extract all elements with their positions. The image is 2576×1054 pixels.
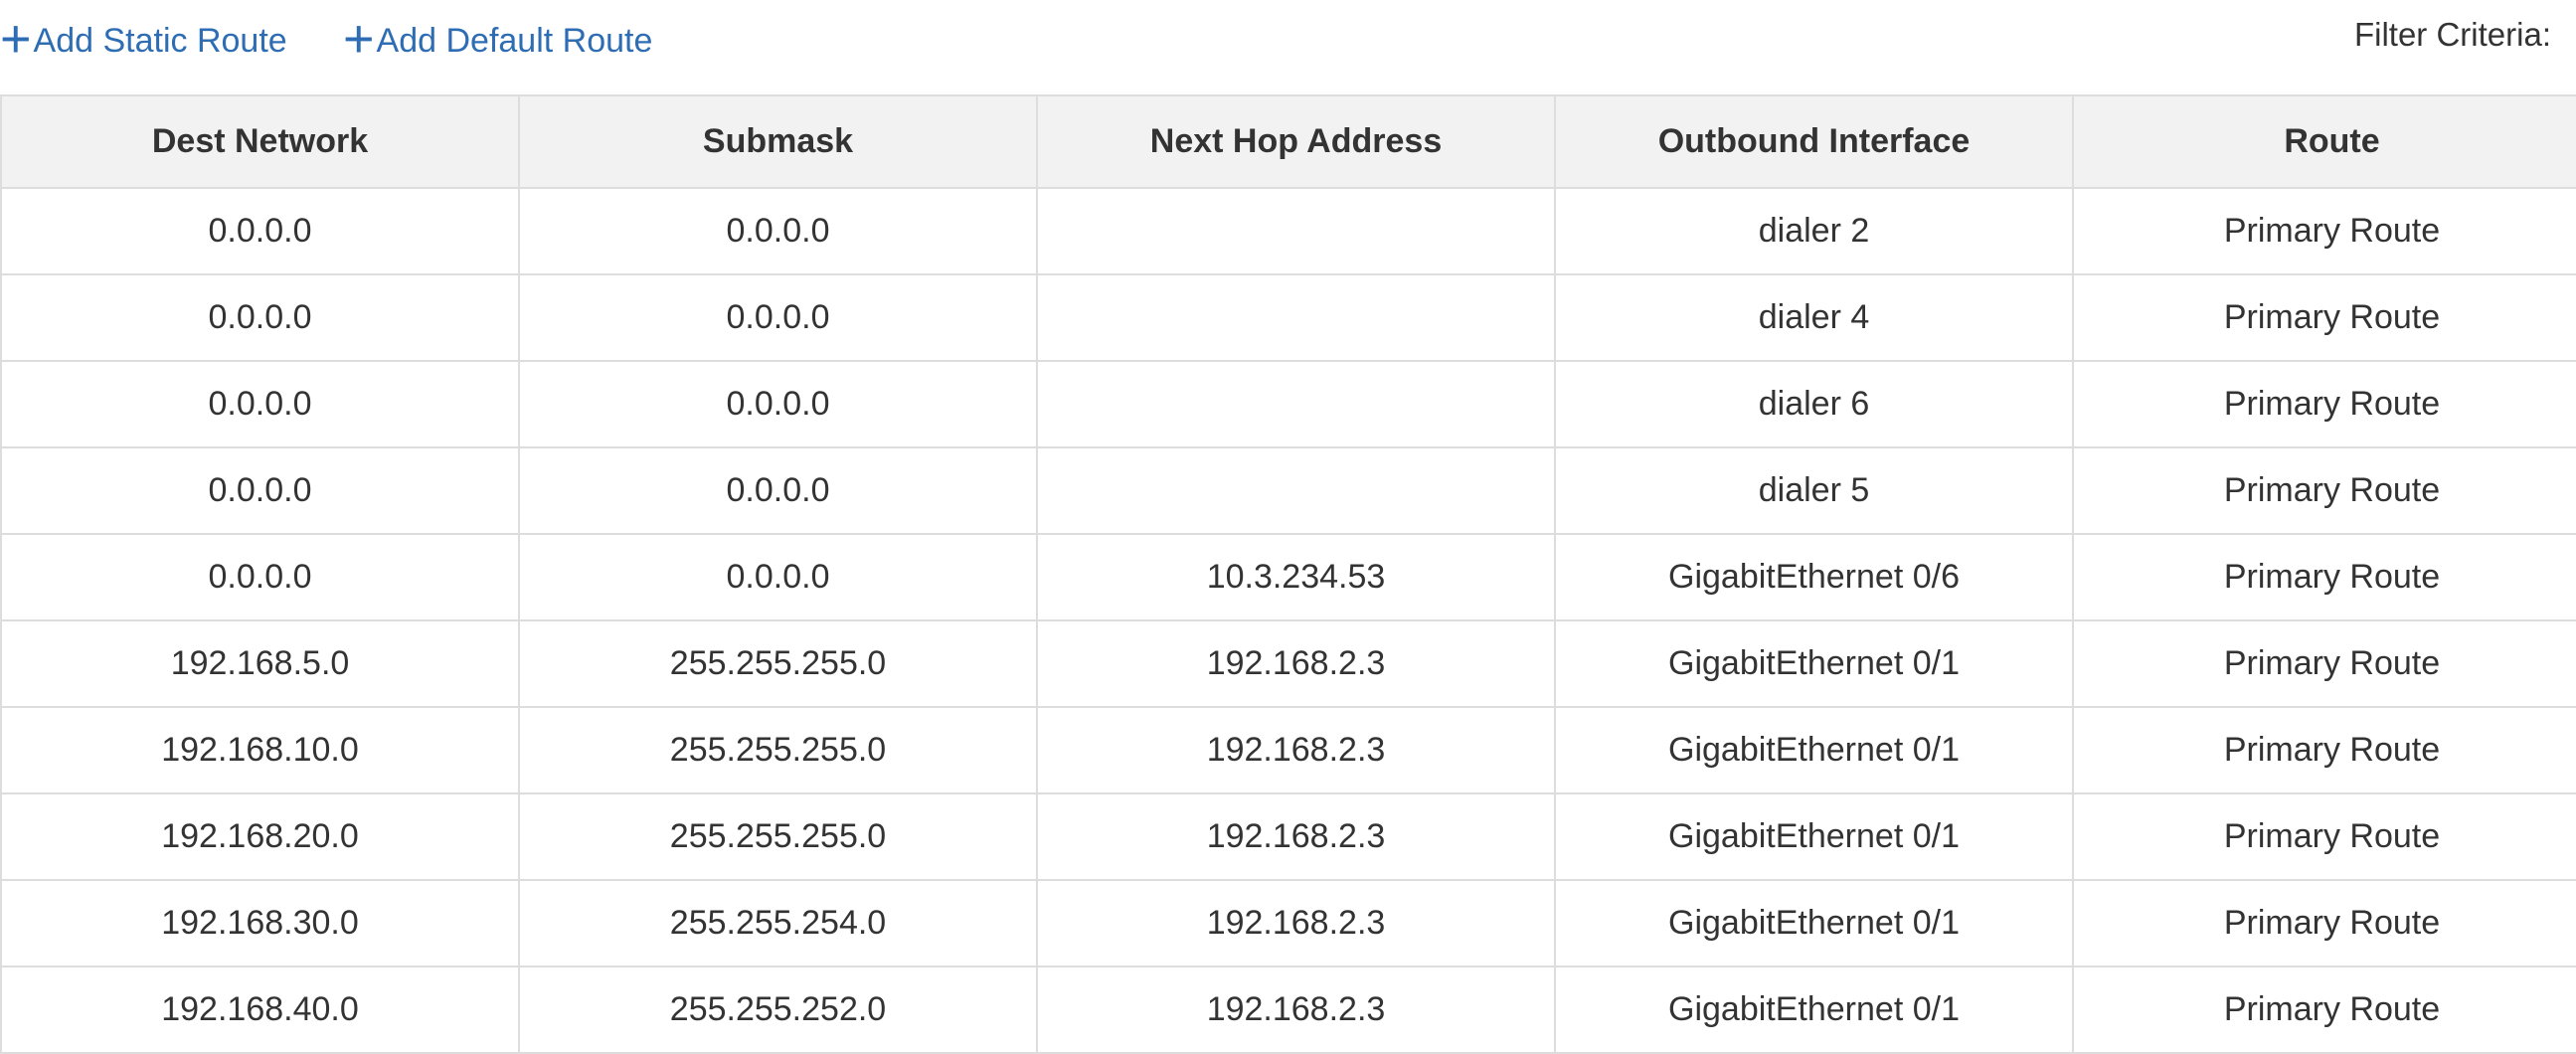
cell-next-hop-address: 10.3.234.53 <box>1036 533 1556 621</box>
cell-submask: 255.255.254.0 <box>518 879 1038 967</box>
cell-next-hop-address: 192.168.2.3 <box>1036 879 1556 967</box>
table-row[interactable]: 192.168.10.0 255.255.255.0 192.168.2.3 G… <box>0 706 2576 794</box>
cell-route: Primary Route <box>2072 273 2576 362</box>
cell-route: Primary Route <box>2072 879 2576 967</box>
add-default-route-button[interactable]: + Add Default Route <box>343 9 653 69</box>
cell-dest-network: 0.0.0.0 <box>0 533 520 621</box>
cell-dest-network: 0.0.0.0 <box>0 446 520 535</box>
cell-outbound-interface: GigabitEthernet 0/6 <box>1554 533 2074 621</box>
cell-next-hop-address: 192.168.2.3 <box>1036 792 1556 881</box>
cell-outbound-interface: GigabitEthernet 0/1 <box>1554 706 2074 794</box>
cell-dest-network: 192.168.20.0 <box>0 792 520 881</box>
plus-icon: + <box>0 9 32 69</box>
cell-route: Primary Route <box>2072 792 2576 881</box>
cell-next-hop-address <box>1036 273 1556 362</box>
cell-submask: 0.0.0.0 <box>518 187 1038 275</box>
cell-next-hop-address <box>1036 360 1556 448</box>
cell-dest-network: 192.168.40.0 <box>0 966 520 1054</box>
cell-outbound-interface: dialer 6 <box>1554 360 2074 448</box>
add-static-route-label: Add Static Route <box>33 21 287 60</box>
cell-submask: 255.255.255.0 <box>518 619 1038 708</box>
cell-outbound-interface: dialer 5 <box>1554 446 2074 535</box>
cell-submask: 255.255.255.0 <box>518 792 1038 881</box>
cell-route: Primary Route <box>2072 706 2576 794</box>
table-row[interactable]: 0.0.0.0 0.0.0.0 dialer 4 Primary Route <box>0 273 2576 362</box>
table-row[interactable]: 192.168.20.0 255.255.255.0 192.168.2.3 G… <box>0 792 2576 881</box>
table-row[interactable]: 0.0.0.0 0.0.0.0 10.3.234.53 GigabitEther… <box>0 533 2576 621</box>
table-row[interactable]: 192.168.5.0 255.255.255.0 192.168.2.3 Gi… <box>0 619 2576 708</box>
add-static-route-button[interactable]: + Add Static Route <box>0 9 287 69</box>
cell-next-hop-address: 192.168.2.3 <box>1036 966 1556 1054</box>
cell-outbound-interface: GigabitEthernet 0/1 <box>1554 792 2074 881</box>
table-header-row: Dest Network Submask Next Hop Address Ou… <box>0 94 2576 189</box>
cell-dest-network: 0.0.0.0 <box>0 360 520 448</box>
toolbar: + Add Static Route + Add Default Route F… <box>0 0 2576 94</box>
filter-criteria-label: Filter Criteria: <box>2353 16 2551 53</box>
cell-route: Primary Route <box>2072 446 2576 535</box>
cell-next-hop-address: 192.168.2.3 <box>1036 619 1556 708</box>
cell-submask: 0.0.0.0 <box>518 273 1038 362</box>
table-row[interactable]: 192.168.30.0 255.255.254.0 192.168.2.3 G… <box>0 879 2576 967</box>
cell-route: Primary Route <box>2072 187 2576 275</box>
cell-outbound-interface: dialer 4 <box>1554 273 2074 362</box>
table-row[interactable]: 0.0.0.0 0.0.0.0 dialer 2 Primary Route <box>0 187 2576 275</box>
plus-icon: + <box>343 9 375 69</box>
cell-next-hop-address <box>1036 446 1556 535</box>
cell-dest-network: 0.0.0.0 <box>0 187 520 275</box>
cell-next-hop-address <box>1036 187 1556 275</box>
cell-dest-network: 0.0.0.0 <box>0 273 520 362</box>
cell-submask: 255.255.252.0 <box>518 966 1038 1054</box>
column-header-submask[interactable]: Submask <box>518 94 1038 189</box>
cell-outbound-interface: GigabitEthernet 0/1 <box>1554 619 2074 708</box>
cell-submask: 0.0.0.0 <box>518 360 1038 448</box>
cell-route: Primary Route <box>2072 619 2576 708</box>
cell-next-hop-address: 192.168.2.3 <box>1036 706 1556 794</box>
cell-submask: 0.0.0.0 <box>518 446 1038 535</box>
cell-route: Primary Route <box>2072 360 2576 448</box>
add-default-route-label: Add Default Route <box>376 21 653 60</box>
cell-outbound-interface: dialer 2 <box>1554 187 2074 275</box>
cell-outbound-interface: GigabitEthernet 0/1 <box>1554 966 2074 1054</box>
table-row[interactable]: 192.168.40.0 255.255.252.0 192.168.2.3 G… <box>0 966 2576 1054</box>
column-header-outbound-interface[interactable]: Outbound Interface <box>1554 94 2074 189</box>
column-header-dest-network[interactable]: Dest Network <box>0 94 520 189</box>
table-row[interactable]: 0.0.0.0 0.0.0.0 dialer 6 Primary Route <box>0 360 2576 448</box>
cell-route: Primary Route <box>2072 533 2576 621</box>
cell-outbound-interface: GigabitEthernet 0/1 <box>1554 879 2074 967</box>
cell-route: Primary Route <box>2072 966 2576 1054</box>
cell-dest-network: 192.168.5.0 <box>0 619 520 708</box>
cell-dest-network: 192.168.30.0 <box>0 879 520 967</box>
cell-dest-network: 192.168.10.0 <box>0 706 520 794</box>
static-route-table: Dest Network Submask Next Hop Address Ou… <box>0 94 2576 1054</box>
cell-submask: 255.255.255.0 <box>518 706 1038 794</box>
column-header-route[interactable]: Route <box>2072 94 2576 189</box>
column-header-next-hop-address[interactable]: Next Hop Address <box>1036 94 1556 189</box>
cell-submask: 0.0.0.0 <box>518 533 1038 621</box>
table-row[interactable]: 0.0.0.0 0.0.0.0 dialer 5 Primary Route <box>0 446 2576 535</box>
